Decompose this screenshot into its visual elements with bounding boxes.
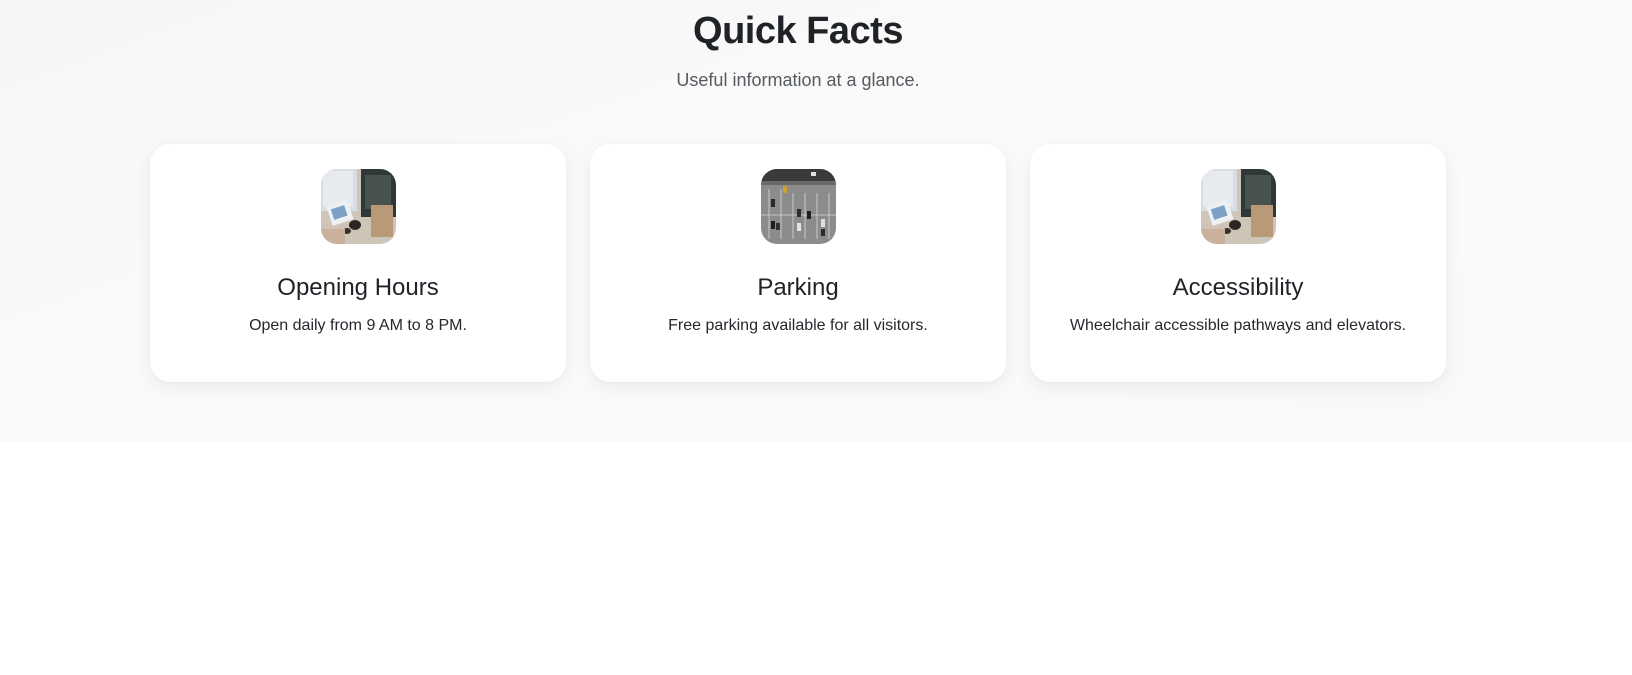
parking-description: Free parking available for all visitors. [668, 317, 928, 334]
fact-card-parking: Parking Free parking available for all v… [590, 144, 1006, 382]
section-subtitle: Useful information at a glance. [676, 70, 920, 90]
quick-facts-section: Quick Facts Useful information at a glan… [0, 0, 1632, 442]
opening-hours-title: Opening Hours [277, 274, 439, 301]
opening-hours-image [321, 169, 396, 244]
parking-title: Parking [757, 274, 839, 301]
accessibility-image [1201, 169, 1276, 244]
accessibility-description: Wheelchair accessible pathways and eleva… [1069, 317, 1407, 334]
parking-image [761, 169, 836, 244]
fact-card-accessibility: Accessibility Wheelchair accessible path… [1030, 144, 1446, 382]
opening-hours-description: Open daily from 9 AM to 8 PM. [249, 317, 467, 334]
section-title: Quick Facts [693, 10, 903, 52]
accessibility-title: Accessibility [1172, 274, 1304, 301]
fact-card-opening-hours: Opening Hours Open daily from 9 AM to 8 … [150, 144, 566, 382]
